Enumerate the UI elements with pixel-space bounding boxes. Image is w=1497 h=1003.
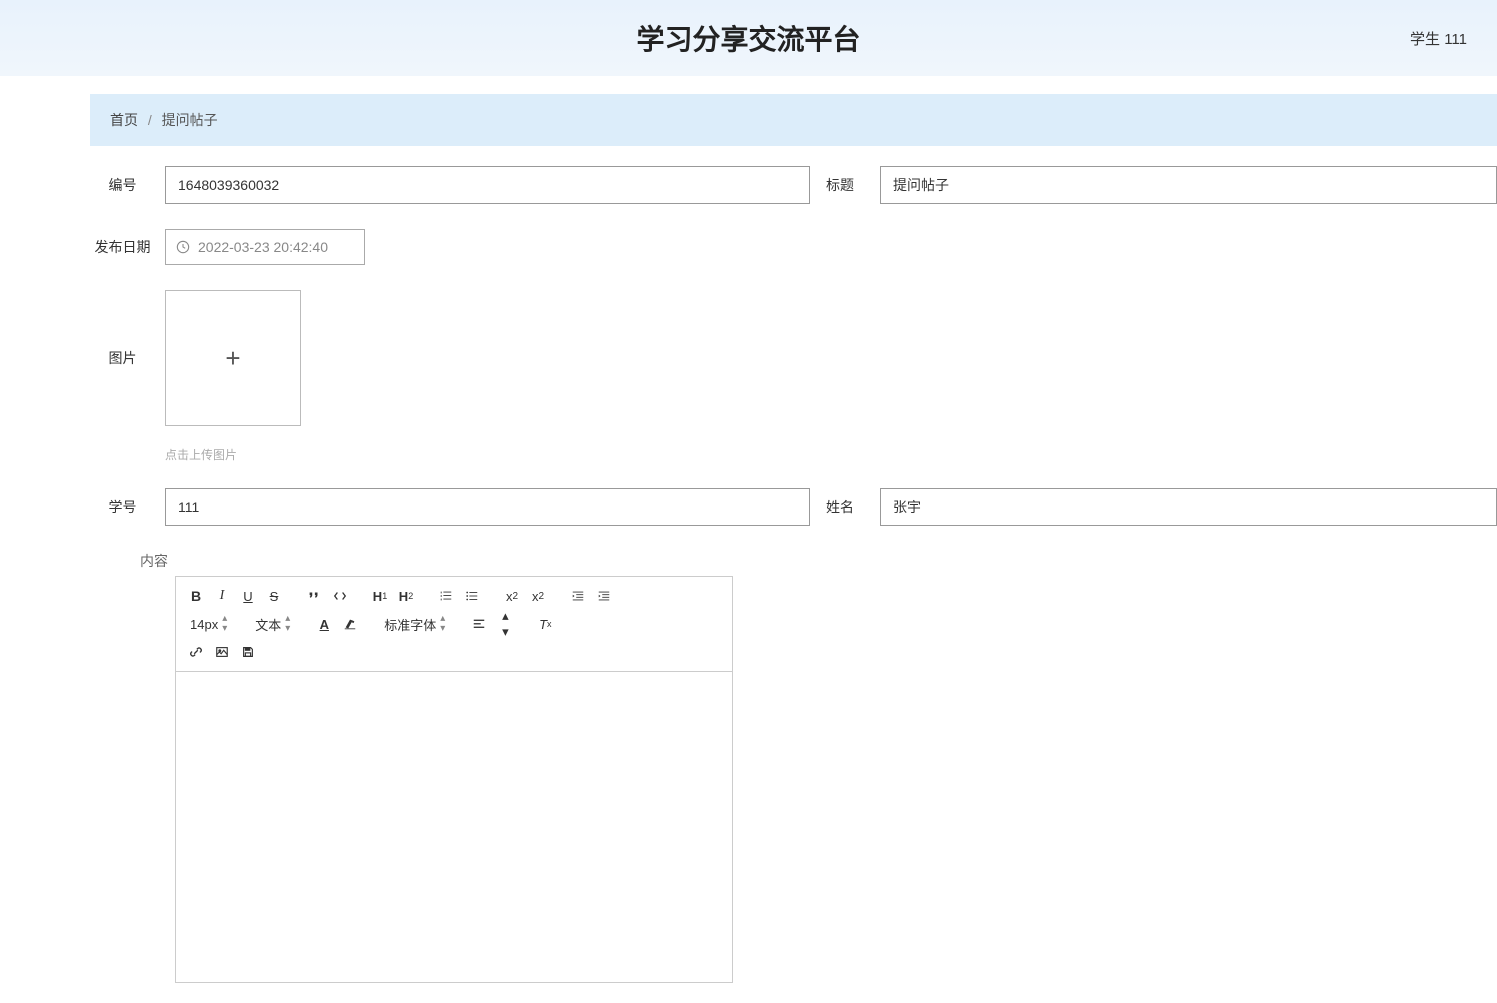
image-label: 图片 [90,348,155,368]
save-button[interactable] [236,641,260,663]
quote-button[interactable] [302,585,326,607]
title-label: 标题 [810,175,870,195]
rich-text-editor: B I U S H1 H2 [175,576,733,983]
superscript-button[interactable]: x2 [526,585,550,607]
date-label: 发布日期 [90,237,155,257]
name-label: 姓名 [810,497,870,517]
student-id-label: 学号 [90,497,155,517]
id-label: 编号 [90,175,155,195]
align-select[interactable]: ▴▾ [493,613,517,635]
h1-button[interactable]: H1 [368,585,392,607]
page-header: 学习分享交流平台 学生 111 [0,0,1497,76]
code-button[interactable] [328,585,352,607]
image-upload-box[interactable]: + [165,290,301,426]
image-button[interactable] [210,641,234,663]
indent-button[interactable] [592,585,616,607]
breadcrumb: 首页 / 提问帖子 [90,94,1497,146]
strike-button[interactable]: S [262,585,286,607]
date-value: 2022-03-23 20:42:40 [198,239,328,255]
font-size-select[interactable]: 14px ▴▾ [184,614,233,634]
breadcrumb-current: 提问帖子 [162,112,218,128]
clear-format-button[interactable]: Tx [533,613,557,635]
italic-button[interactable]: I [210,585,234,607]
title-field[interactable] [880,166,1497,204]
upload-hint: 点击上传图片 [165,446,301,463]
breadcrumb-home[interactable]: 首页 [110,112,138,128]
bold-button[interactable]: B [184,585,208,607]
outdent-button[interactable] [566,585,590,607]
user-info[interactable]: 学生 111 [1410,28,1467,49]
id-field[interactable] [165,166,810,204]
background-color-button[interactable] [338,613,362,635]
underline-button[interactable]: U [236,585,260,607]
text-format-select[interactable]: 文本 ▴▾ [249,614,296,634]
unordered-list-button[interactable] [460,585,484,607]
ordered-list-button[interactable] [434,585,458,607]
breadcrumb-separator: / [148,112,152,128]
clock-icon [176,240,190,254]
student-id-field[interactable] [165,488,810,526]
h2-button[interactable]: H2 [394,585,418,607]
align-left-button[interactable] [467,613,491,635]
content-label: 内容 [140,551,1497,571]
date-field[interactable]: 2022-03-23 20:42:40 [165,229,365,265]
name-field[interactable] [880,488,1497,526]
link-button[interactable] [184,641,208,663]
page-title: 学习分享交流平台 [636,18,860,58]
subscript-button[interactable]: x2 [500,585,524,607]
editor-toolbar: B I U S H1 H2 [176,577,732,672]
plus-icon: + [225,343,240,374]
font-color-button[interactable]: A [312,613,336,635]
font-family-select[interactable]: 标准字体 ▴▾ [378,614,451,634]
